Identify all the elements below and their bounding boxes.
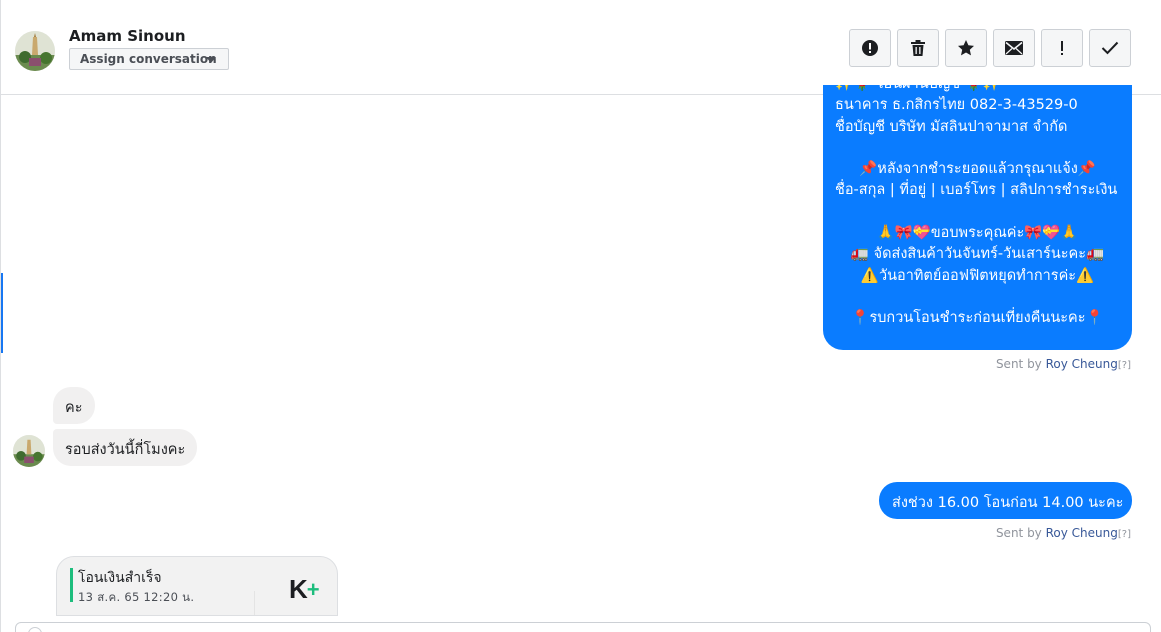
star-button[interactable] — [945, 29, 987, 67]
message-line: ⚠️วันอาทิตย์ออฟฟิตหยุดทำการค่ะ⚠️ — [860, 267, 1095, 284]
follow-up-icon — [1061, 41, 1063, 55]
divider — [254, 591, 255, 615]
outgoing-message-bubble[interactable]: ส่งช่วง 16.00 โอนก่อน 14.00 นะคะ — [879, 482, 1132, 519]
delete-button[interactable] — [897, 29, 939, 67]
assign-conversation-button[interactable]: Assign conversation — [69, 48, 229, 70]
message-line — [835, 287, 1132, 308]
kplus-logo: K+ — [289, 574, 320, 605]
caret-down-icon — [206, 57, 216, 63]
sender-avatar[interactable] — [13, 435, 45, 467]
help-link[interactable]: [?] — [1118, 360, 1131, 371]
message-line: ธนาคาร ธ.กสิกรไทย 082-3-43529-0 — [835, 97, 1078, 114]
message-line — [835, 202, 1132, 223]
sent-by-prefix: Sent by — [995, 357, 1042, 371]
message-line: 🙏🎀💝ขอบพระคุณค่ะ🎀💝🙏 — [876, 225, 1079, 242]
star-icon — [958, 40, 974, 56]
slip-accent-bar — [70, 568, 73, 602]
message-text: ส่งช่วง 16.00 โอนก่อน 14.00 นะคะ — [892, 495, 1124, 511]
sent-by-label: Sent by Roy Cheung[?] — [996, 526, 1131, 540]
slip-title: โอนเงินสำเร็จ — [78, 570, 162, 586]
help-link[interactable]: [?] — [1118, 529, 1131, 540]
message-composer[interactable] — [15, 622, 1151, 632]
incoming-message-bubble[interactable]: คะ — [53, 387, 95, 424]
kplus-logo-letter: K — [289, 574, 308, 604]
envelope-icon — [1005, 41, 1023, 55]
transfer-slip-attachment[interactable]: โอนเงินสำเร็จ 13 ส.ค. 65 12:20 น. K+ — [56, 556, 338, 616]
follow-up-button[interactable] — [1041, 29, 1083, 67]
incoming-message-bubble[interactable]: รอบส่งวันนี้กี่โมงคะ — [53, 429, 198, 466]
mark-unread-button[interactable] — [993, 29, 1035, 67]
mark-done-button[interactable] — [1089, 29, 1131, 67]
sent-by-label: Sent by Roy Cheung[?] — [996, 357, 1131, 371]
message-line: ชื่อ-สกุล | ที่อยู่ | เบอร์โทร | สลิปการ… — [835, 182, 1118, 199]
message-line: 📍รบกวนโอนชำระก่อนเที่ยงคืนนะคะ📍 — [851, 310, 1104, 327]
message-line: 📌หลังจากชำระยอดแล้วกรุณาแจ้ง📌 — [859, 161, 1096, 178]
outgoing-message-bubble[interactable]: ✨🌹 โอนผ่านบัญชี 🌹✨ ธนาคาร ธ.กสิกรไทย 082… — [823, 85, 1132, 350]
sent-by-prefix: Sent by — [995, 526, 1042, 540]
message-line: ชื่อบัญชี บริษัท มัสลินปาจามาส จำกัด — [835, 118, 1068, 135]
contact-name[interactable]: Amam Sinoun — [69, 27, 186, 45]
contact-avatar[interactable] — [15, 31, 55, 71]
conversation-header: Amam Sinoun Assign conversation — [1, 0, 1161, 95]
trash-icon — [911, 40, 925, 56]
assign-conversation-label: Assign conversation — [80, 52, 217, 66]
message-text: คะ — [65, 400, 83, 416]
message-line — [835, 138, 1132, 159]
message-text: รอบส่งวันนี้กี่โมงคะ — [65, 442, 186, 458]
spam-icon — [862, 40, 878, 56]
messenger-inbox: Amam Sinoun Assign conversation ธนาคาร ธ… — [0, 0, 1161, 632]
message-line: 🚛 จัดส่งสินค้าวันจันทร์-วันเสาร์นะคะ🚛 — [850, 246, 1105, 263]
slip-date: 13 ส.ค. 65 12:20 น. — [78, 590, 195, 604]
kplus-logo-plus: + — [306, 577, 320, 602]
agent-name-link[interactable]: Roy Cheung — [1046, 526, 1118, 540]
selection-indicator — [1, 273, 3, 353]
emoji-icon[interactable] — [28, 627, 42, 632]
mark-spam-button[interactable] — [849, 29, 891, 67]
checkmark-icon — [1101, 41, 1119, 55]
message-line: ✨🌹 โอนผ่านบัญชี 🌹✨ — [835, 85, 1132, 95]
agent-name-link[interactable]: Roy Cheung — [1046, 357, 1118, 371]
